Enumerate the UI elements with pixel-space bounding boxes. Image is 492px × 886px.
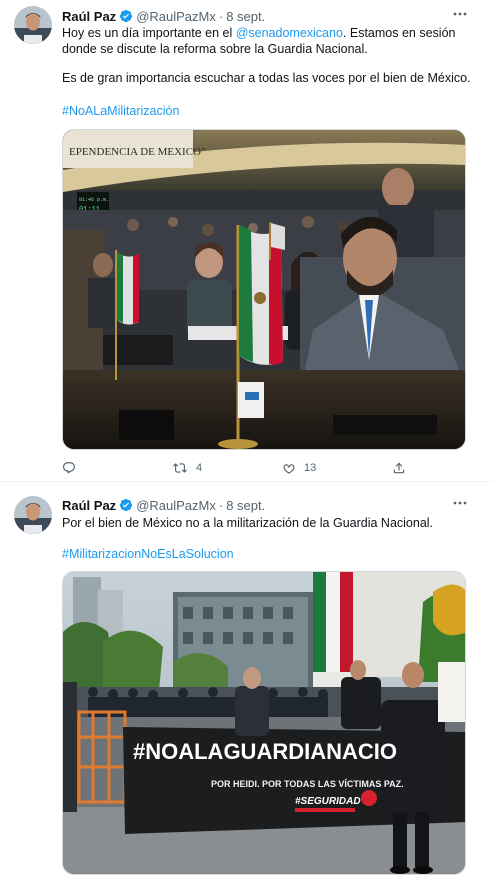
banner-sub-text: POR HEIDI. POR TODAS LAS VÍCTIMAS PAZ. xyxy=(211,779,404,789)
tweet-paragraph: Es de gran importancia escuchar a todas … xyxy=(62,71,471,85)
tweet[interactable]: Raúl Paz @RaulPazMx · 8 sept. Por el bie… xyxy=(0,482,492,886)
avatar[interactable] xyxy=(14,6,52,44)
author-name[interactable]: Raúl Paz xyxy=(62,498,116,513)
tweet-date[interactable]: 8 sept. xyxy=(226,9,265,24)
separator: · xyxy=(218,497,224,513)
author-handle[interactable]: @RaulPazMx xyxy=(136,498,216,513)
tweet-header: Raúl Paz @RaulPazMx · 8 sept. xyxy=(62,496,265,514)
reply-icon xyxy=(63,462,75,474)
banner-tag-text: #SEGURIDAD xyxy=(295,796,361,807)
tweet-header: Raúl Paz @RaulPazMx · 8 sept. xyxy=(62,7,265,25)
tweet-date[interactable]: 8 sept. xyxy=(226,498,265,513)
hashtag-link[interactable]: #MilitarizacionNoEsLaSolucion xyxy=(62,547,234,561)
tweet-text: Por el bien de México no a la militariza… xyxy=(62,516,434,530)
tweet[interactable]: Raúl Paz @RaulPazMx · 8 sept. Hoy es un … xyxy=(0,0,492,481)
share-icon xyxy=(393,462,405,474)
verified-badge-icon xyxy=(119,9,133,23)
tweet-actions: 4 13 xyxy=(62,458,422,478)
like-icon xyxy=(283,464,295,474)
tweet-image[interactable]: #NOALAGUARDIANACIO POR HEIDI. POR TODAS … xyxy=(62,571,466,875)
tweet-image[interactable]: EPENDENCIA DE MEXICO" 01:46 p.m. 01:11 xyxy=(62,129,466,450)
like-button[interactable]: 13 xyxy=(282,461,392,475)
retweet-icon xyxy=(173,463,187,473)
tweet-text: Hoy es un día importante en el @senadome… xyxy=(62,25,472,57)
separator: · xyxy=(218,8,224,24)
verified-badge-icon xyxy=(119,498,133,512)
retweet-count: 4 xyxy=(196,462,203,474)
like-count: 13 xyxy=(304,462,317,474)
author-handle[interactable]: @RaulPazMx xyxy=(136,9,216,24)
hashtag-link[interactable]: #NoALaMilitarización xyxy=(62,104,179,118)
share-button[interactable] xyxy=(392,461,422,475)
image-clock-time: 01:46 p.m. xyxy=(79,197,109,203)
author-name[interactable]: Raúl Paz xyxy=(62,9,116,24)
reply-button[interactable] xyxy=(62,461,172,475)
banner-main-text: #NOALAGUARDIANACIO xyxy=(133,739,397,764)
mention-link[interactable]: @senadomexicano xyxy=(236,26,343,40)
avatar[interactable] xyxy=(14,496,52,534)
more-icon[interactable] xyxy=(450,6,470,24)
image-sign-text: EPENDENCIA DE MEXICO" xyxy=(69,146,206,158)
tweet-text-part: Hoy es un día importante en el xyxy=(62,26,236,40)
retweet-button[interactable]: 4 xyxy=(172,461,282,475)
more-icon[interactable] xyxy=(450,495,470,513)
